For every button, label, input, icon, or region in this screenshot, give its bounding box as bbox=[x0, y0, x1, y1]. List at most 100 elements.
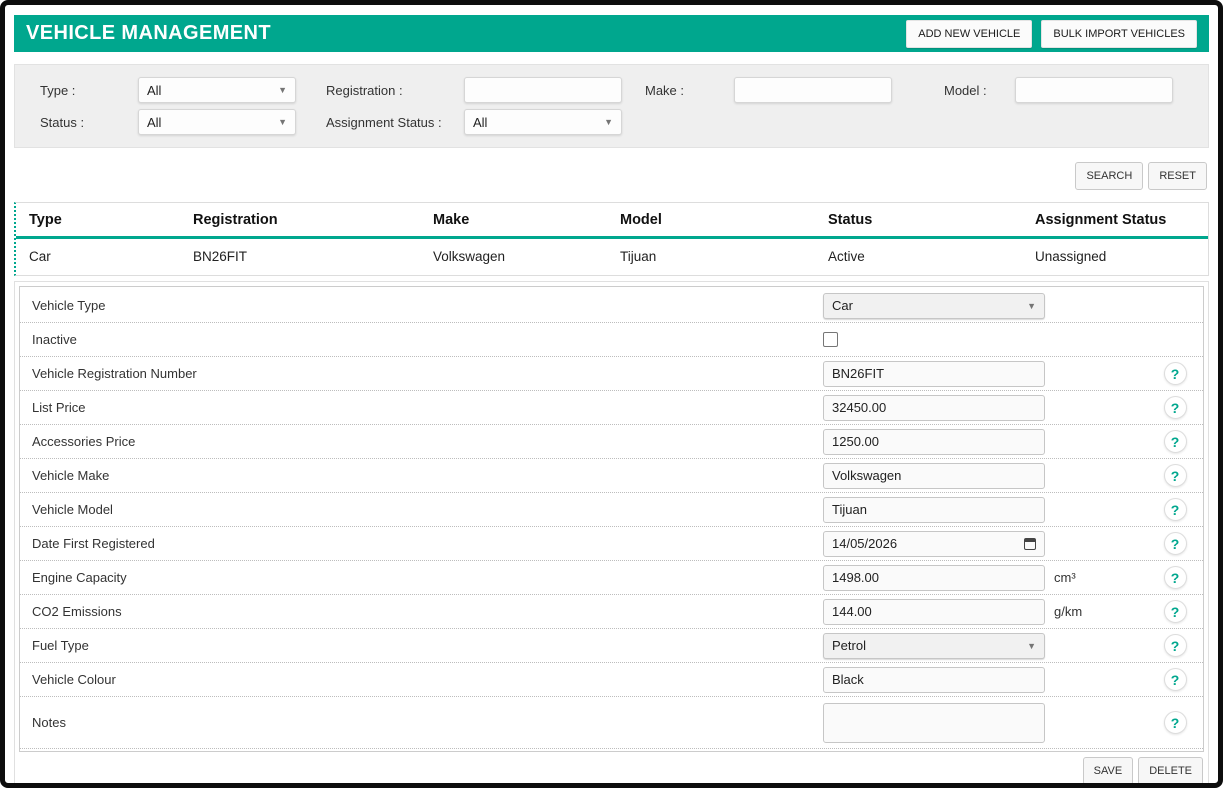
table-cell: Volkswagen bbox=[420, 239, 607, 275]
help-icon[interactable]: ? bbox=[1164, 396, 1187, 419]
filter-row-2: Status :All▼Assignment Status :All▼ bbox=[40, 109, 1208, 135]
filter-item-status: Status :All▼ bbox=[40, 109, 296, 135]
vehicle-table: TypeRegistrationMakeModelStatusAssignmen… bbox=[14, 202, 1209, 276]
chevron-down-icon: ▼ bbox=[604, 117, 613, 127]
form-footer: SAVE DELETE bbox=[19, 752, 1204, 786]
field-control: Car▼ bbox=[823, 293, 1153, 319]
help-icon[interactable]: ? bbox=[1164, 566, 1187, 589]
help-icon[interactable]: ? bbox=[1164, 600, 1187, 623]
select-value: All bbox=[147, 115, 161, 130]
help-cell: ? bbox=[1153, 396, 1197, 419]
filter-label: Model : bbox=[944, 83, 1015, 98]
table-body: CarBN26FITVolkswagenTijuanActiveUnassign… bbox=[16, 239, 1208, 275]
vehicle-edit-form: Vehicle TypeCar▼Inactive Vehicle Registra… bbox=[19, 286, 1204, 752]
date-first-registered-input[interactable]: 14/05/2026 bbox=[823, 531, 1045, 557]
reset-button[interactable]: RESET bbox=[1148, 162, 1207, 190]
table-cell: Unassigned bbox=[1022, 239, 1208, 275]
table-cell: Active bbox=[815, 239, 1022, 275]
vehicle-model-input[interactable] bbox=[823, 497, 1045, 523]
save-button[interactable]: SAVE bbox=[1083, 757, 1134, 785]
co2-emissions-input[interactable] bbox=[823, 599, 1045, 625]
help-icon[interactable]: ? bbox=[1164, 668, 1187, 691]
column-header-status: Status bbox=[815, 203, 1022, 236]
calendar-icon bbox=[1024, 538, 1036, 550]
help-icon[interactable]: ? bbox=[1164, 464, 1187, 487]
add-new-vehicle-button[interactable]: ADD NEW VEHICLE bbox=[906, 20, 1032, 48]
list-price-input[interactable] bbox=[823, 395, 1045, 421]
field-control: 14/05/2026 bbox=[823, 531, 1153, 557]
field-control bbox=[823, 395, 1153, 421]
field-control bbox=[823, 463, 1153, 489]
form-row-vehicle-make: Vehicle Make? bbox=[20, 459, 1203, 493]
inactive-checkbox[interactable] bbox=[823, 332, 838, 347]
page-title: VEHICLE MANAGEMENT bbox=[26, 22, 271, 45]
registration-filter-input[interactable] bbox=[464, 77, 622, 103]
select-value: Car bbox=[832, 298, 853, 313]
help-cell: ? bbox=[1153, 711, 1197, 734]
form-row-notes: Notes? bbox=[20, 697, 1203, 749]
chevron-down-icon: ▼ bbox=[278, 117, 287, 127]
help-icon[interactable]: ? bbox=[1164, 711, 1187, 734]
field-label: Inactive bbox=[32, 332, 823, 347]
help-icon[interactable]: ? bbox=[1164, 532, 1187, 555]
vehicle-make-input[interactable] bbox=[823, 463, 1045, 489]
status-filter-select[interactable]: All ▼ bbox=[138, 109, 296, 135]
form-row-date-first-registered: Date First Registered14/05/2026? bbox=[20, 527, 1203, 561]
vehicle-type-select[interactable]: Car▼ bbox=[823, 293, 1045, 319]
bulk-import-vehicles-button[interactable]: BULK IMPORT VEHICLES bbox=[1041, 20, 1197, 48]
filter-item-make: Make : bbox=[645, 77, 892, 103]
form-row-vehicle-model: Vehicle Model? bbox=[20, 493, 1203, 527]
form-row-co2-emissions: CO2 Emissionsg/km? bbox=[20, 595, 1203, 629]
notes-input[interactable] bbox=[823, 703, 1045, 743]
field-label: Vehicle Colour bbox=[32, 672, 823, 687]
help-cell: ? bbox=[1153, 498, 1197, 521]
assignment-status-filter-select[interactable]: All▼ bbox=[464, 109, 622, 135]
vehicle-colour-input[interactable] bbox=[823, 667, 1045, 693]
filter-label: Registration : bbox=[326, 83, 464, 98]
filter-item-assignment-status: Assignment Status :All▼ bbox=[326, 109, 622, 135]
form-row-vehicle-colour: Vehicle Colour? bbox=[20, 663, 1203, 697]
field-control bbox=[823, 703, 1153, 743]
field-label: Accessories Price bbox=[32, 434, 823, 449]
form-row-inactive: Inactive bbox=[20, 323, 1203, 357]
field-label: Notes bbox=[32, 715, 823, 730]
table-header-row: TypeRegistrationMakeModelStatusAssignmen… bbox=[16, 203, 1208, 239]
accessories-price-input[interactable] bbox=[823, 429, 1045, 455]
field-control bbox=[823, 667, 1153, 693]
form-row-list-price: List Price? bbox=[20, 391, 1203, 425]
help-cell: ? bbox=[1153, 668, 1197, 691]
page-header: VEHICLE MANAGEMENT ADD NEW VEHICLE BULK I… bbox=[14, 15, 1209, 52]
date-value: 14/05/2026 bbox=[832, 536, 897, 551]
help-cell: ? bbox=[1153, 634, 1197, 657]
field-label: Vehicle Make bbox=[32, 468, 823, 483]
help-icon[interactable]: ? bbox=[1164, 430, 1187, 453]
engine-capacity-input[interactable] bbox=[823, 565, 1045, 591]
search-button[interactable]: SEARCH bbox=[1075, 162, 1143, 190]
form-row-engine-capacity: Engine Capacitycm³? bbox=[20, 561, 1203, 595]
help-icon[interactable]: ? bbox=[1164, 362, 1187, 385]
field-control bbox=[823, 497, 1153, 523]
field-label: List Price bbox=[32, 400, 823, 415]
model-filter-input[interactable] bbox=[1015, 77, 1173, 103]
fuel-type-select[interactable]: Petrol▼ bbox=[823, 633, 1045, 659]
delete-button[interactable]: DELETE bbox=[1138, 757, 1203, 785]
field-label: Vehicle Registration Number bbox=[32, 366, 823, 381]
table-row[interactable]: CarBN26FITVolkswagenTijuanActiveUnassign… bbox=[16, 239, 1208, 275]
help-icon[interactable]: ? bbox=[1164, 634, 1187, 657]
field-label: Vehicle Type bbox=[32, 298, 823, 313]
vehicle-registration-number-input[interactable] bbox=[823, 361, 1045, 387]
field-label: Fuel Type bbox=[32, 638, 823, 653]
table-cell: Tijuan bbox=[607, 239, 815, 275]
column-header-model: Model bbox=[607, 203, 815, 236]
search-actions: SEARCH RESET bbox=[14, 162, 1207, 190]
help-icon[interactable]: ? bbox=[1164, 498, 1187, 521]
field-label: Vehicle Model bbox=[32, 502, 823, 517]
form-row-fuel-type: Fuel TypePetrol▼? bbox=[20, 629, 1203, 663]
make-filter-input[interactable] bbox=[734, 77, 892, 103]
unit-label: g/km bbox=[1054, 604, 1082, 619]
unit-label: cm³ bbox=[1054, 570, 1076, 585]
type-filter-select[interactable]: All▼ bbox=[138, 77, 296, 103]
field-control: cm³ bbox=[823, 565, 1153, 591]
form-row-vehicle-registration-number: Vehicle Registration Number? bbox=[20, 357, 1203, 391]
help-cell: ? bbox=[1153, 566, 1197, 589]
